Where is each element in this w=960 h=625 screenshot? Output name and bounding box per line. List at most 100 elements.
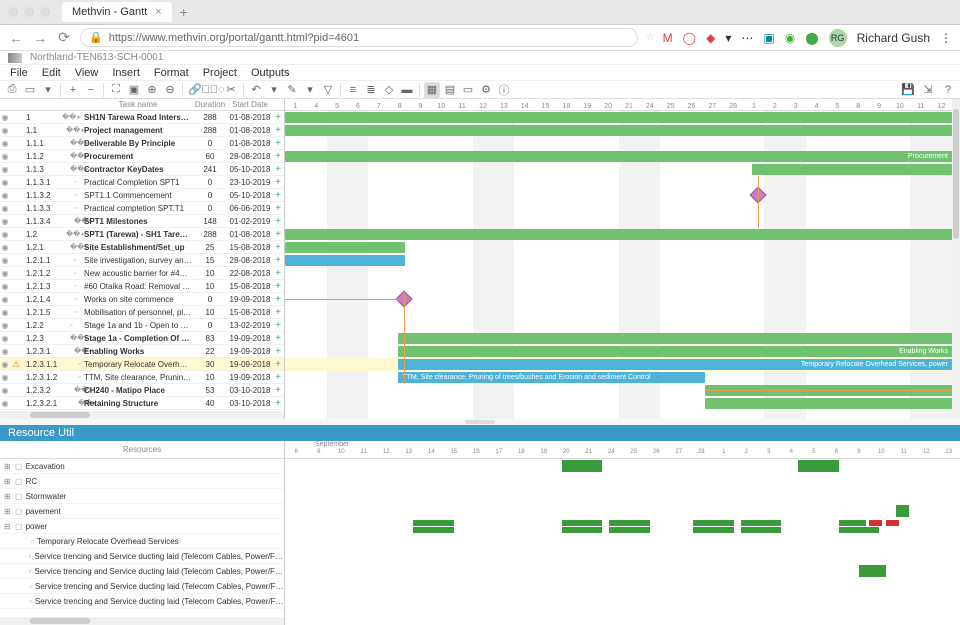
gantt-vertical-scrollbar[interactable] [952,99,960,419]
star-icon[interactable]: ☆ [646,32,655,43]
filter-button[interactable]: ▽ [320,82,336,98]
remove-button[interactable]: − [83,82,99,98]
visibility-icon[interactable]: ◉ [0,165,10,174]
task-row[interactable]: ◉⚠1.2.3.1.1▫Temporary Relocate Overhead … [0,358,284,371]
task-row[interactable]: ◉1.1.3.4��▸SPT1 Milestones14801-02-2019+ [0,215,284,228]
task-row[interactable]: ◉1.2.1.5▫Mobilisation of personnel, plan… [0,306,284,319]
edit-button[interactable]: ✎ [284,82,300,98]
expand-toggle[interactable]: ▫ [62,192,84,199]
visibility-icon[interactable]: ◉ [0,399,10,408]
menu-format[interactable]: Format [148,65,195,81]
task-row[interactable]: ◉1.2.3.2��▸CH240 - Matipo Place5303-10-2… [0,384,284,397]
ext-grammarly-icon[interactable]: ⬤ [805,31,818,45]
expand-toggle[interactable]: ��▸ [62,243,84,251]
ext-evernote-icon[interactable]: ◉ [785,31,795,45]
visibility-icon[interactable]: ◉ [0,152,10,161]
zoom-out-button[interactable]: ⊖ [162,82,178,98]
menu-edit[interactable]: Edit [36,65,67,81]
resource-row[interactable]: ⊞▢Stormwater [0,489,284,504]
utilization-cell[interactable] [562,520,603,526]
task-row[interactable]: ◉1.1.3��▸Contractor KeyDates24105-10-201… [0,163,284,176]
user-avatar[interactable]: RG [829,29,847,47]
gantt-bar[interactable] [285,125,952,136]
task-row[interactable]: ◉1.2.3.1.2▫TTM, Site clearance, Pruning … [0,371,284,384]
back-button[interactable]: ← [8,30,24,46]
add-button[interactable]: + [65,82,81,98]
add-subtask-button[interactable]: + [272,112,284,123]
utilization-cell[interactable] [562,460,603,472]
resource-row[interactable]: ⊟▢power [0,519,284,534]
settings-button[interactable]: ⚙ [478,82,494,98]
grid-view-button[interactable]: ▦ [424,82,440,98]
menu-insert[interactable]: Insert [106,65,146,81]
expand-toggle[interactable]: ⊞ [4,462,12,471]
minimize-window-icon[interactable] [24,7,34,17]
col-task-name[interactable]: Task name [84,99,192,110]
utilization-cell[interactable] [896,505,910,517]
add-subtask-button[interactable]: + [272,320,284,331]
visibility-icon[interactable]: ◉ [0,295,10,304]
visibility-icon[interactable]: ◉ [0,334,10,343]
task-row[interactable]: ◉1.2.1.1▫Site investigation, survey and … [0,254,284,267]
add-subtask-button[interactable]: + [272,372,284,383]
resource-util-header[interactable]: Resource Util [0,425,960,441]
ext-mail-icon[interactable]: M [663,31,673,45]
user-name[interactable]: Richard Gush [857,31,930,45]
expand-toggle[interactable]: ▫ [62,179,84,186]
utilization-cell[interactable] [839,527,880,533]
edit-dropdown[interactable]: ▾ [302,82,318,98]
utilization-cell[interactable] [741,527,782,533]
utilization-cell[interactable] [693,520,734,526]
gantt-bar[interactable]: Temporary Relocate Overhead Services, po… [398,359,952,370]
expand-toggle[interactable]: ⊟ [4,522,12,531]
resource-row[interactable]: ⊞▢Excavation [0,459,284,474]
menu-file[interactable]: File [4,65,34,81]
menu-view[interactable]: View [69,65,105,81]
task-row[interactable]: ◉1.2.2▫Stage 1a and 1b - Open to Traffic… [0,319,284,332]
visibility-icon[interactable]: ◉ [0,308,10,317]
unlink-button[interactable]: �េ [205,82,221,98]
utilization-cell[interactable] [869,520,883,526]
add-subtask-button[interactable]: + [272,151,284,162]
ext-opera-icon[interactable]: ◯ [683,31,696,45]
visibility-icon[interactable]: ◉ [0,113,10,122]
visibility-icon[interactable]: ◉ [0,269,10,278]
visibility-icon[interactable]: ◉ [0,386,10,395]
expand-toggle[interactable]: ��▸ [62,126,84,134]
gantt-bar[interactable] [752,164,952,175]
gantt-bar[interactable] [285,255,405,266]
add-subtask-button[interactable]: + [272,242,284,253]
add-subtask-button[interactable]: + [272,268,284,279]
visibility-icon[interactable]: ◉ [0,126,10,135]
task-row[interactable]: ◉1.2.1��▸Site Establishment/Set_up2515-0… [0,241,284,254]
expand-toggle[interactable]: ▫ [62,322,84,329]
add-subtask-button[interactable]: + [272,125,284,136]
resource-row[interactable]: ▫Service trencing and Service ducting la… [0,579,284,594]
menu-outputs[interactable]: Outputs [245,65,296,81]
resource-chart[interactable]: September 891011121314151817181920212425… [285,441,960,625]
align-center-button[interactable]: ≣ [363,82,379,98]
ext-pocket-icon[interactable]: ▾ [725,31,731,45]
expand-toggle[interactable]: ��▸ [62,217,84,225]
task-row[interactable]: ◉1.2.1.3▫#60 Otaika Road: Removal of bui… [0,280,284,293]
save-button[interactable]: 💾 [900,82,916,98]
utilization-cell[interactable] [562,527,603,533]
add-subtask-button[interactable]: + [272,346,284,357]
utilization-cell[interactable] [609,527,650,533]
task-row[interactable]: ◉1.2.3.1��▸Enabling Works2219-09-2018+ [0,345,284,358]
add-subtask-button[interactable]: + [272,333,284,344]
add-subtask-button[interactable]: + [272,307,284,318]
gantt-bar[interactable]: TTM, Site clearance, Pruning of trees/bu… [398,372,705,383]
task-row[interactable]: ◉1.1.2��▸Procurement6028-08-2018+ [0,150,284,163]
visibility-icon[interactable]: ◉ [0,230,10,239]
utilization-cell[interactable] [693,527,734,533]
close-window-icon[interactable] [8,7,18,17]
expand-toggle[interactable]: ▫ [62,374,84,381]
add-subtask-button[interactable]: + [272,229,284,240]
help-button[interactable]: ? [940,82,956,98]
add-subtask-button[interactable]: + [272,385,284,396]
gantt-bar[interactable] [285,112,952,123]
info-button[interactable]: ⓘ [496,82,512,98]
task-row[interactable]: ◉1.1��▸Project management28801-08-2018+ [0,124,284,137]
visibility-icon[interactable]: ◉ [0,256,10,265]
